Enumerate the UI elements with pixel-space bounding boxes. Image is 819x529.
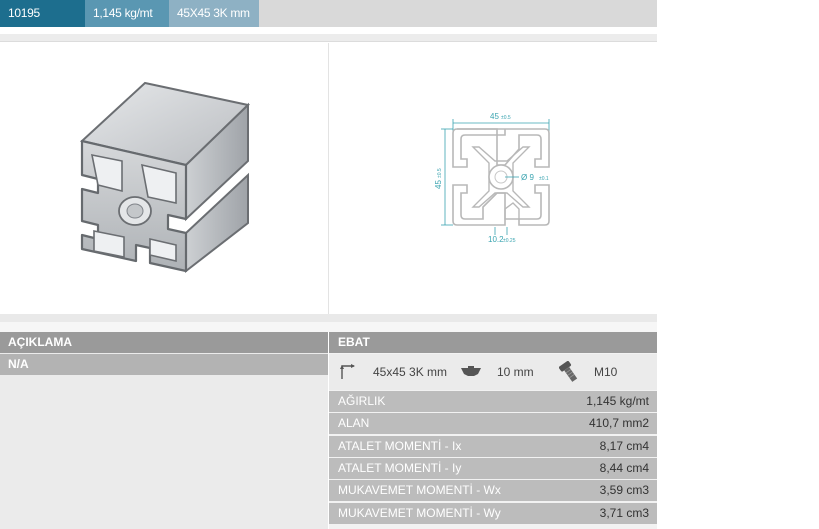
size-value: 45x45 3K mm — [373, 365, 448, 379]
property-label: MUKAVEMET MOMENTİ - Wx — [338, 483, 501, 497]
dimensions-header: EBAT — [329, 332, 657, 353]
property-label: ATALET MOMENTİ - Ix — [338, 439, 462, 453]
top-bar: 10195 1,145 kg/mt 45X45 3K mm — [0, 0, 657, 27]
property-value: 3,59 cm3 — [599, 483, 649, 497]
slot-label: 10.2 — [488, 235, 504, 244]
property-row: AĞIRLIK 1,145 kg/mt — [329, 391, 657, 412]
dimension-arrows-icon — [340, 364, 355, 379]
weight-tab[interactable]: 1,145 kg/mt — [85, 0, 169, 27]
property-value: 8,44 cm4 — [599, 461, 649, 475]
bore-tolerance: ±0.1 — [539, 176, 549, 182]
property-label: MUKAVEMET MOMENTİ - Wy — [338, 506, 501, 520]
property-row: ALAN 410,7 mm2 — [329, 413, 657, 434]
property-row: ATALET MOMENTİ - Iy 8,44 cm4 — [329, 458, 657, 479]
property-value: 3,71 cm3 — [599, 506, 649, 520]
dimensions-row: 45x45 3K mm 10 mm M10 — [329, 354, 657, 390]
property-row: MUKAVEMET MOMENTİ - Wy 3,71 cm3 — [329, 503, 657, 524]
spacer — [0, 322, 657, 332]
profile-3d-panel — [0, 43, 328, 314]
property-value: 8,17 cm4 — [599, 439, 649, 453]
bore-label: Ø 9 — [521, 173, 534, 182]
separator — [0, 34, 657, 41]
width-label: 45 — [490, 112, 499, 121]
technical-drawing: 45 ±0.5 45 ±0.5 Ø 9 ±0.1 10.2 ±0.25 — [434, 112, 550, 244]
t-nut-icon — [461, 366, 481, 376]
description-value: N/A — [0, 354, 328, 375]
property-label: ALAN — [338, 416, 370, 430]
description-header: AÇIKLAMA — [0, 332, 328, 353]
property-label: AĞIRLIK — [338, 394, 386, 408]
property-row: ATALET MOMENTİ - Ix 8,17 cm4 — [329, 436, 657, 457]
height-label: 45 — [434, 180, 443, 189]
separator — [0, 314, 657, 322]
height-tolerance: ±0.5 — [437, 168, 443, 178]
slot-tolerance: ±0.25 — [503, 238, 516, 244]
divider — [0, 41, 657, 42]
slot-value: 10 mm — [497, 365, 534, 379]
property-value: 1,145 kg/mt — [586, 394, 649, 408]
property-label: ATALET MOMENTİ - Iy — [338, 461, 462, 475]
technical-drawing-panel: 45 ±0.5 45 ±0.5 Ø 9 ±0.1 10.2 ±0.25 — [329, 43, 657, 314]
product-id-tab[interactable]: 10195 — [0, 0, 85, 27]
profile-3d-image — [79, 81, 251, 274]
property-value: 410,7 mm2 — [588, 416, 649, 430]
width-tolerance: ±0.5 — [501, 115, 511, 121]
dimension-tab[interactable]: 45X45 3K mm — [169, 0, 259, 27]
bolt-icon — [559, 361, 578, 382]
property-row: MUKAVEMET MOMENTİ - Wx 3,59 cm3 — [329, 480, 657, 501]
bolt-value: M10 — [594, 365, 618, 379]
